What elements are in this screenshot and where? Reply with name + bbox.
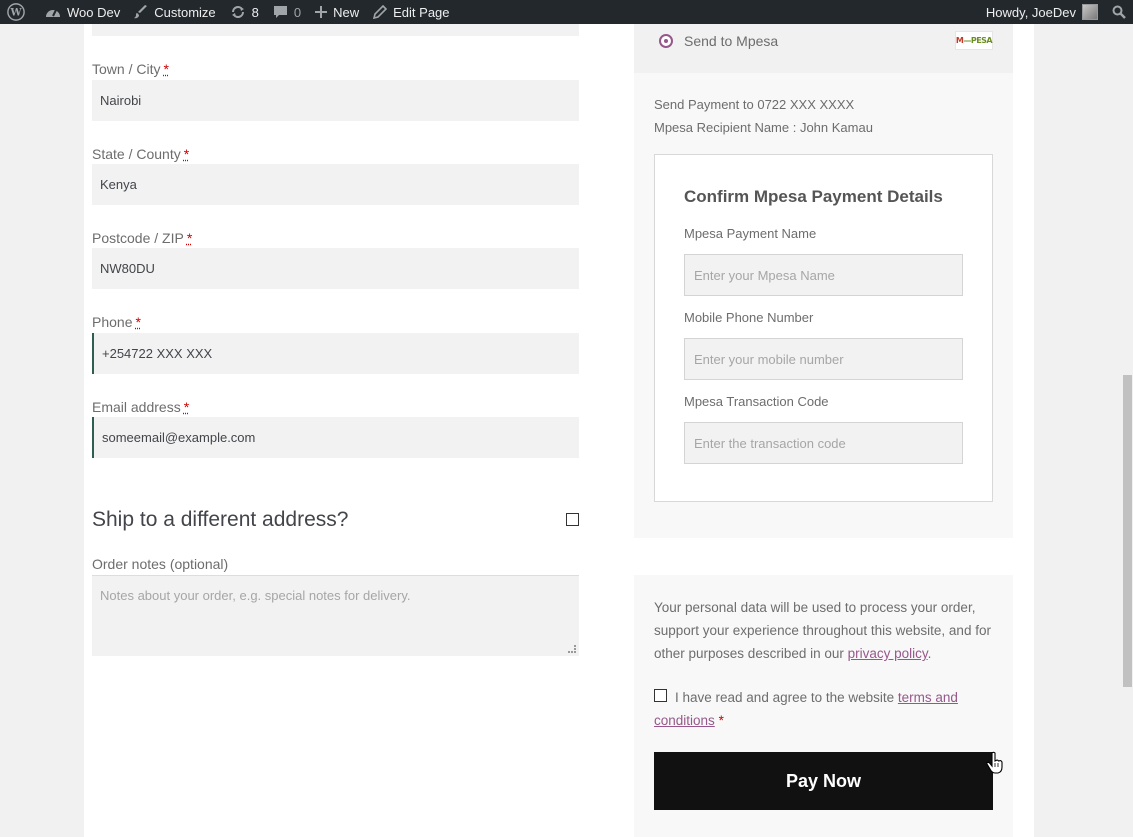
privacy-text-before: Your personal data will be used to proce… (654, 600, 991, 661)
pay-now-button[interactable]: Pay Now (654, 752, 993, 810)
state-input[interactable]: Kenya (92, 164, 579, 205)
state-label: State / County * (92, 146, 189, 162)
scrollbar-thumb[interactable] (1123, 375, 1132, 687)
my-account-menu[interactable]: Howdy, JoeDev (979, 0, 1105, 24)
wordpress-logo-button[interactable]: W (0, 0, 38, 24)
email-input[interactable]: someemail@example.com (92, 417, 579, 458)
customize-label: Customize (154, 4, 216, 20)
postcode-input[interactable]: NW80DU (92, 248, 579, 289)
address-input-partial[interactable] (92, 24, 579, 36)
mobile-number-placeholder: Enter your mobile number (694, 351, 844, 367)
email-label: Email address * (92, 399, 189, 415)
terms-text-before: I have read and agree to the website (675, 690, 898, 705)
mpesa-logo-right: PESA (970, 36, 993, 45)
mpesa-logo: M — PESA (955, 31, 993, 50)
search-icon (1112, 5, 1126, 19)
pencil-icon (373, 5, 388, 19)
mpesa-name-placeholder: Enter your Mpesa Name (694, 267, 835, 283)
privacy-text-after: . (927, 646, 932, 661)
phone-label-text: Phone (92, 314, 133, 330)
new-label: New (333, 4, 360, 20)
mpesa-name-input[interactable]: Enter your Mpesa Name (684, 254, 963, 296)
phone-input[interactable]: +254722 XXX XXX (92, 333, 579, 374)
section-separator (634, 538, 1013, 576)
order-notes-textarea[interactable]: Notes about your order, e.g. special not… (92, 575, 579, 656)
state-label-text: State / County (92, 146, 181, 162)
town-label-text: Town / City (92, 61, 161, 77)
updates-link[interactable]: 8 (223, 0, 266, 24)
updates-count: 8 (251, 4, 259, 20)
customize-link[interactable]: Customize (127, 0, 222, 24)
ship-different-address-checkbox[interactable] (566, 513, 579, 526)
required-mark: * (135, 314, 141, 330)
terms-text: I have read and agree to the website ter… (654, 686, 993, 732)
refresh-icon (230, 5, 246, 19)
new-content-menu[interactable]: New (308, 0, 366, 24)
required-mark: * (186, 230, 193, 246)
avatar (1082, 4, 1098, 20)
comments-link[interactable]: 0 (266, 0, 308, 24)
mpesa-name-label: Mpesa Payment Name (684, 226, 817, 241)
mpesa-logo-left: M (955, 36, 964, 45)
terms-required-mark: * (718, 713, 724, 728)
send-payment-to: Send Payment to 0722 XXX XXXX (654, 97, 855, 112)
dashboard-icon (45, 5, 61, 19)
wordpress-icon: W (7, 3, 25, 21)
mpesa-recipient-name: Mpesa Recipient Name : John Kamau (654, 120, 873, 135)
mpesa-radio-button[interactable] (659, 34, 673, 48)
privacy-policy-link[interactable]: privacy policy (848, 646, 928, 661)
hand-cursor-icon (985, 751, 1005, 775)
comments-count: 0 (293, 4, 302, 20)
paintbrush-icon (134, 5, 148, 19)
order-notes-label: Order notes (optional) (92, 556, 229, 572)
town-label: Town / City * (92, 61, 169, 77)
town-input[interactable]: Nairobi (92, 80, 579, 121)
ship-different-address-heading: Ship to a different address? (92, 508, 349, 531)
postcode-label: Postcode / ZIP * (92, 230, 192, 246)
admin-search-button[interactable] (1105, 0, 1133, 24)
transaction-code-label: Mpesa Transaction Code (684, 394, 829, 409)
required-mark: * (183, 399, 190, 415)
required-mark: * (163, 61, 169, 77)
svg-text:W: W (9, 8, 22, 19)
edit-page-link[interactable]: Edit Page (366, 0, 456, 24)
mobile-number-label: Mobile Phone Number (684, 310, 814, 325)
admin-bar: W Woo Dev Customize 8 0 New Edit Page Ho… (0, 0, 1133, 24)
order-notes-placeholder: Notes about your order, e.g. special not… (100, 588, 411, 603)
site-name-label: Woo Dev (67, 4, 121, 20)
plus-icon (315, 6, 328, 18)
transaction-code-input[interactable]: Enter the transaction code (684, 422, 963, 464)
privacy-policy-text: Your personal data will be used to proce… (654, 596, 993, 665)
postcode-label-text: Postcode / ZIP (92, 230, 184, 246)
resize-grip-icon[interactable] (568, 645, 576, 653)
required-mark: * (183, 146, 190, 162)
comment-icon (273, 5, 288, 19)
mobile-number-input[interactable]: Enter your mobile number (684, 338, 963, 380)
confirm-payment-title: Confirm Mpesa Payment Details (684, 187, 943, 206)
site-name-menu[interactable]: Woo Dev (38, 0, 127, 24)
email-label-text: Email address (92, 399, 181, 415)
howdy-label: Howdy, JoeDev (985, 4, 1076, 20)
phone-label: Phone * (92, 314, 141, 330)
transaction-code-placeholder: Enter the transaction code (694, 435, 846, 451)
edit-page-label: Edit Page (393, 4, 450, 20)
payment-method-label[interactable]: Send to Mpesa (684, 33, 778, 49)
